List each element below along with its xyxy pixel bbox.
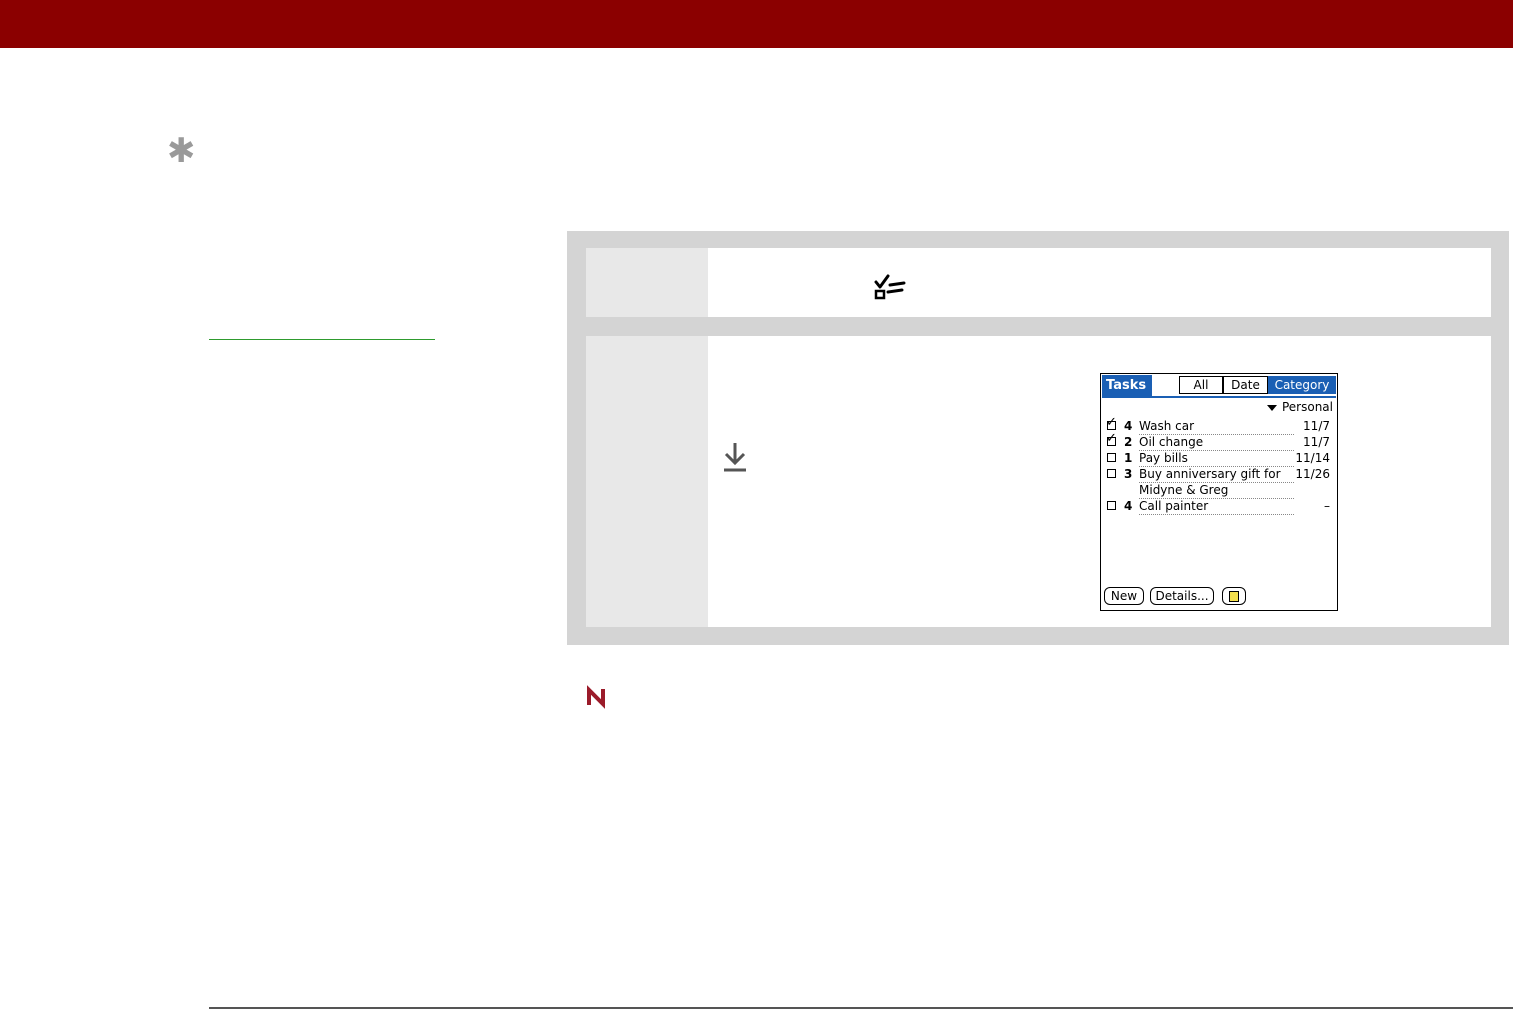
step-number-cell <box>586 336 708 627</box>
task-due-date: 11/14 <box>1295 451 1330 465</box>
task-row-continuation[interactable]: Midyne & Greg <box>1101 482 1337 499</box>
task-description: Pay bills <box>1139 450 1294 467</box>
category-label: Personal <box>1281 400 1333 414</box>
note-icon <box>1229 591 1239 602</box>
checkbox[interactable] <box>1107 501 1116 510</box>
category-picker[interactable]: Personal <box>1266 400 1333 414</box>
details-button[interactable]: Details... <box>1150 587 1214 605</box>
task-due-date: 11/26 <box>1295 467 1330 481</box>
step-row-2 <box>586 336 1491 627</box>
task-description: Call painter <box>1139 498 1294 515</box>
down-arrow-icon <box>724 443 746 472</box>
tab-category[interactable]: Category <box>1268 376 1336 394</box>
task-priority: 4 <box>1124 499 1133 513</box>
task-due-date: – <box>1324 499 1330 513</box>
step-row-1 <box>586 248 1491 317</box>
task-row[interactable]: 1 Pay bills 11/14 <box>1101 450 1337 467</box>
task-due-date: 11/7 <box>1303 435 1330 449</box>
tab-all[interactable]: All <box>1179 376 1223 394</box>
task-description: Buy anniversary gift for <box>1139 466 1294 483</box>
step-number-cell <box>586 248 708 317</box>
task-priority: 4 <box>1124 419 1133 433</box>
asterisk-icon: ✱ <box>167 131 196 171</box>
triangle-down-icon <box>1266 404 1277 411</box>
steps-table <box>567 231 1509 645</box>
palm-app-title: Tasks <box>1102 375 1152 396</box>
note-button[interactable] <box>1222 587 1246 605</box>
task-row[interactable]: ✓ 2 Oil change 11/7 <box>1101 431 1337 451</box>
task-description: Midyne & Greg <box>1139 482 1294 499</box>
task-priority: 3 <box>1124 467 1133 481</box>
footer-rule <box>209 1007 1513 1009</box>
task-row[interactable]: 4 Call painter – <box>1101 498 1337 515</box>
new-button[interactable]: New <box>1104 587 1144 605</box>
task-description: Oil change <box>1139 434 1294 451</box>
task-due-date: 11/7 <box>1303 419 1330 433</box>
task-priority: 2 <box>1124 435 1133 449</box>
task-priority: 1 <box>1124 451 1133 465</box>
checkbox[interactable] <box>1107 469 1116 478</box>
palm-tasks-screenshot: Tasks All Date Category Personal ✓ 4 Was… <box>1100 373 1338 611</box>
tasks-checklist-icon <box>874 274 906 300</box>
checkbox[interactable] <box>1107 453 1116 462</box>
task-row[interactable]: 3 Buy anniversary gift for 11/26 <box>1101 466 1337 483</box>
check-mark-icon: ✓ <box>1106 431 1117 446</box>
task-row[interactable]: ✓ 4 Wash car 11/7 <box>1101 415 1337 435</box>
task-description: Wash car <box>1139 418 1294 435</box>
check-mark-icon: ✓ <box>1106 415 1117 430</box>
sidebar-link-underline[interactable] <box>209 339 435 340</box>
header-bar <box>0 0 1513 48</box>
note-mark-icon <box>587 685 605 709</box>
tab-date[interactable]: Date <box>1223 376 1268 394</box>
